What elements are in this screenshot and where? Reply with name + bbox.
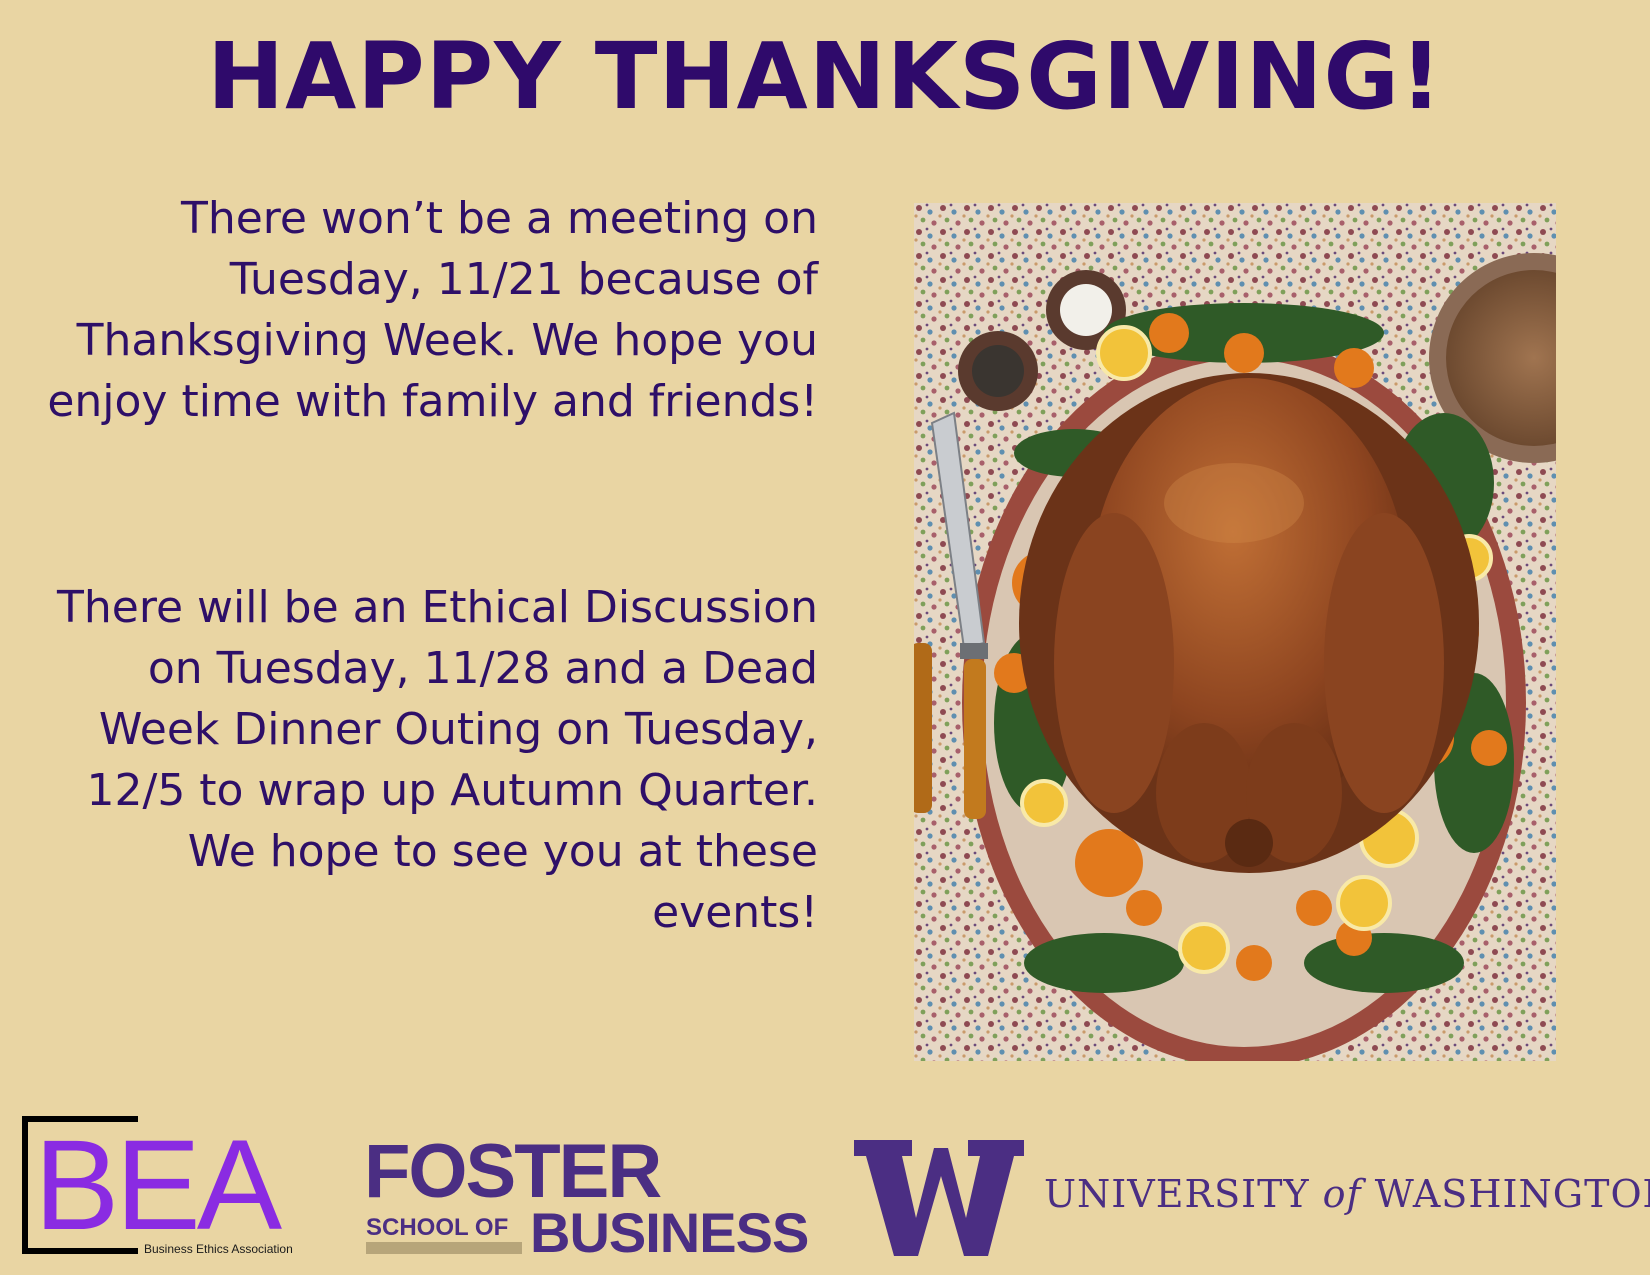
roast-turkey-photo [914,203,1556,1061]
foster-logo-gold-bar [366,1242,522,1254]
foster-logo-school-of: SCHOOL OF [366,1214,509,1241]
foster-logo-business: BUSINESS [530,1201,809,1264]
page-title: HAPPY THANKSGIVING! [207,23,1443,130]
uw-wordmark: UNIVERSITY of WASHINGTON [1044,1172,1650,1216]
turkey-illustration [914,203,1556,1061]
uw-wordmark-washington: WASHINGTON [1374,1172,1650,1216]
foster-logo-word: FOSTER [364,1129,662,1214]
uw-wordmark-of: of [1322,1172,1362,1216]
uw-w-logo-icon [854,1140,1024,1256]
upcoming-events-notice: There will be an Ethical Discussion on T… [57,582,818,938]
bea-logo-subtitle: Business Ethics Association [144,1242,293,1256]
uw-wordmark-university: UNIVERSITY [1044,1172,1310,1216]
bea-logo: BEA Business Ethics Association [22,1116,322,1260]
bea-logo-letters: BEA [34,1114,282,1257]
meeting-cancel-notice: There won’t be a meeting on Tuesday, 11/… [47,193,818,427]
foster-school-logo: FOSTER SCHOOL OF BUSINESS [364,1132,814,1264]
